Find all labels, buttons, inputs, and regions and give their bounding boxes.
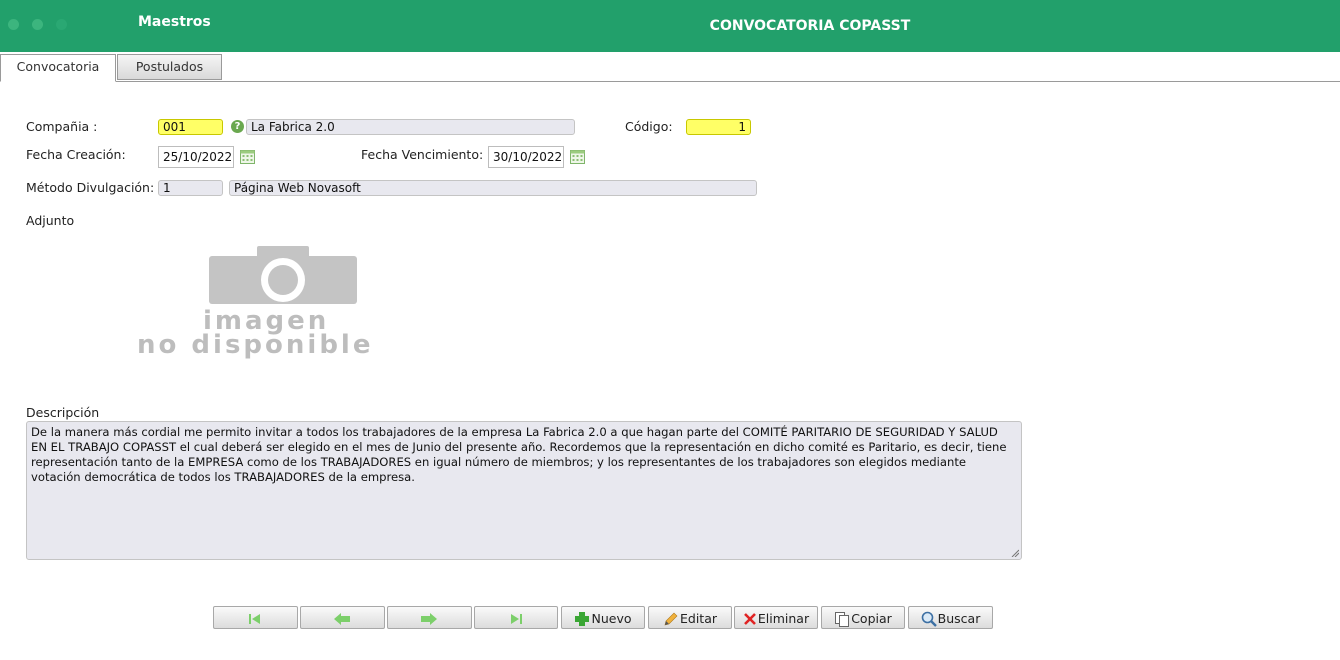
- next-record-button[interactable]: [387, 606, 472, 629]
- arrow-left-icon: [334, 612, 350, 625]
- method-label: Método Divulgación:: [26, 180, 155, 195]
- description-text: De la manera más cordial me permito invi…: [31, 425, 1007, 484]
- image-placeholder[interactable]: imagen no disponible: [135, 240, 455, 365]
- company-label: Compañia :: [26, 119, 98, 134]
- edit-button[interactable]: Editar: [648, 606, 732, 629]
- last-record-button[interactable]: [474, 606, 558, 629]
- search-button[interactable]: Buscar: [908, 606, 993, 629]
- delete-button-label: Eliminar: [757, 611, 810, 626]
- resize-handle-icon[interactable]: [1011, 549, 1019, 557]
- first-icon: [249, 613, 260, 624]
- method-code-field[interactable]: 1: [158, 180, 223, 196]
- new-button-label: Nuevo: [591, 611, 632, 626]
- search-icon: [921, 611, 937, 627]
- copy-icon: [835, 611, 850, 627]
- company-name-field: La Fabrica 2.0: [246, 119, 575, 135]
- page-title: CONVOCATORIA COPASST: [709, 18, 911, 34]
- creation-date-input[interactable]: 25/10/2022: [158, 146, 234, 168]
- placeholder-text: no disponible: [137, 330, 374, 360]
- delete-button[interactable]: Eliminar: [734, 606, 818, 629]
- app-header: Maestros CONVOCATORIA COPASST: [0, 0, 1340, 52]
- previous-record-button[interactable]: [300, 606, 385, 629]
- tab-bar: Convocatoria Postulados: [0, 52, 1340, 82]
- copy-button-label: Copiar: [851, 611, 892, 626]
- expiry-date-input[interactable]: 30/10/2022: [488, 146, 564, 168]
- delete-x-icon: [743, 612, 756, 625]
- expiry-date-label: Fecha Vencimiento:: [361, 147, 484, 162]
- description-label: Descripción: [26, 405, 100, 420]
- last-icon: [510, 613, 522, 624]
- search-button-label: Buscar: [937, 611, 981, 626]
- calendar-icon[interactable]: [570, 149, 585, 164]
- new-button[interactable]: Nuevo: [561, 606, 645, 629]
- first-record-button[interactable]: [213, 606, 298, 629]
- copy-button[interactable]: Copiar: [821, 606, 905, 629]
- code-input[interactable]: 1: [686, 119, 751, 135]
- attachment-label: Adjunto: [26, 213, 75, 228]
- method-name-field: Página Web Novasoft: [229, 180, 757, 196]
- calendar-icon[interactable]: [240, 149, 255, 164]
- edit-button-label: Editar: [679, 611, 717, 626]
- tab-postulados[interactable]: Postulados: [117, 54, 222, 80]
- code-label: Código:: [625, 119, 673, 134]
- arrow-right-icon: [421, 612, 437, 625]
- pencil-icon: [664, 612, 678, 625]
- help-icon[interactable]: ?: [231, 120, 244, 133]
- tab-convocatoria[interactable]: Convocatoria: [0, 54, 116, 82]
- company-code-input[interactable]: 001: [158, 119, 223, 135]
- plus-icon: [575, 611, 590, 626]
- creation-date-label: Fecha Creación:: [26, 147, 126, 162]
- description-textarea[interactable]: De la manera más cordial me permito invi…: [26, 421, 1022, 560]
- camera-icon: [209, 246, 357, 304]
